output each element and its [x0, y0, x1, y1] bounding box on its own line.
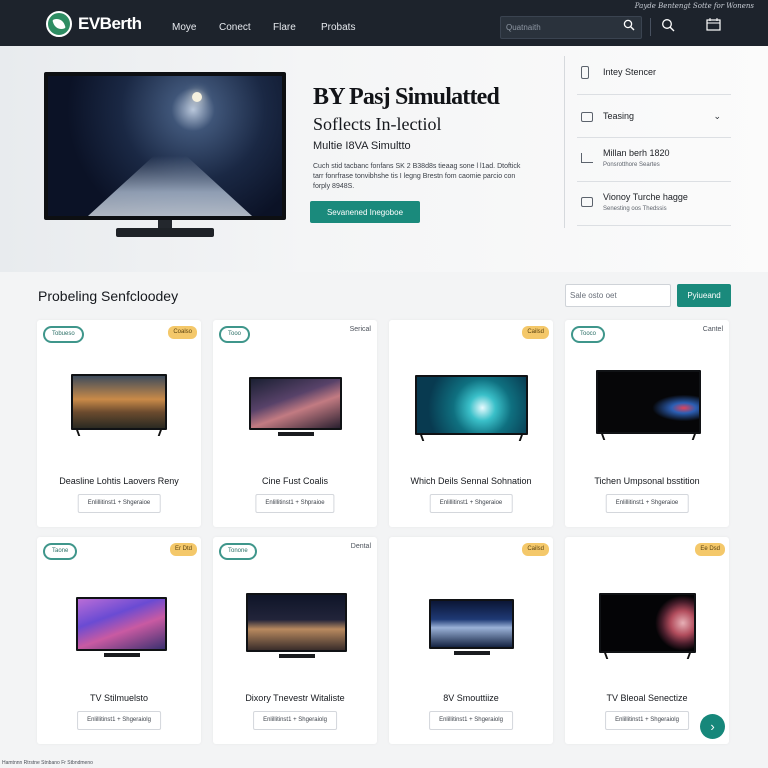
- side-item-title: Teasing: [603, 111, 635, 121]
- side-item-millan-berh[interactable]: Millan berh 1820 Ponsrotthore Seartes: [577, 138, 731, 182]
- product-tv-image: [429, 599, 514, 655]
- product-badge: Tooco: [571, 326, 606, 343]
- product-spec-chip[interactable]: Enlillitinst1 + Shgeraioe: [605, 494, 689, 513]
- footer-note: Hamtnnn Rtrstne Stnbano Fr Stbndmeno: [2, 760, 93, 766]
- side-item-vionoy[interactable]: Vionoy Turche hagge Senesting oos Thedss…: [577, 182, 731, 226]
- moon-graphic: [192, 92, 202, 102]
- product-tag: Cailsd: [522, 543, 549, 556]
- product-title[interactable]: Cine Fust Coalis: [213, 476, 377, 486]
- hero-tv-stand: [116, 228, 214, 237]
- user-search-icon[interactable]: [659, 18, 677, 36]
- product-tv-image: [415, 375, 528, 441]
- side-item-title: Intey Stencer: [603, 67, 657, 77]
- nav-link-moye[interactable]: Moye: [172, 22, 196, 33]
- product-badge: Tonone: [219, 543, 257, 560]
- product-card[interactable]: Tobueso Coalso Deasline Lohtis Laovers R…: [37, 320, 201, 527]
- product-title[interactable]: Tichen Umpsonal bsstition: [565, 476, 729, 486]
- product-spec-chip[interactable]: Enlillitinst1 + Shgeraiolg: [77, 711, 161, 730]
- product-badge: Tooo: [219, 326, 251, 343]
- side-item-subtitle: Senesting oos Thedssis: [603, 206, 667, 212]
- product-spec-chip[interactable]: Enlillitinst1 + Shgeraiolg: [429, 711, 513, 730]
- hero-tv-screen: [48, 76, 282, 216]
- filter-button[interactable]: Pyiueand: [677, 284, 731, 307]
- hero-side-panel: Intey Stencer Teasing ⌄ Millan berh 1820…: [564, 56, 732, 228]
- brand-logo-icon[interactable]: [46, 11, 72, 37]
- side-item-title: Millan berh 1820: [603, 148, 670, 158]
- hero-tv-image: [44, 72, 286, 220]
- laptop-icon: [581, 197, 593, 207]
- side-item-title: Vionoy Turche hagge: [603, 192, 688, 202]
- nav-link-conect[interactable]: Conect: [219, 22, 251, 33]
- product-spec-chip[interactable]: Enlillitinst1 + Shgeraiolg: [605, 711, 689, 730]
- product-tv-image: [71, 374, 167, 436]
- hero-title: BY Pasj Simulatted: [313, 84, 500, 110]
- side-item-teasing[interactable]: Teasing ⌄: [577, 94, 731, 138]
- product-spec-chip[interactable]: Enlillitinst1 + Shgeraiolg: [253, 711, 337, 730]
- product-spec-chip[interactable]: Enlillitinst1 + Shgeraioe: [429, 494, 513, 513]
- product-card[interactable]: Tooo Serical Cine Fust Coalis Enlillitin…: [213, 320, 377, 527]
- search-icon[interactable]: [620, 18, 638, 36]
- nav-link-probats[interactable]: Probats: [321, 22, 355, 33]
- product-tv-image: [596, 370, 701, 440]
- product-card[interactable]: Ee Dsd TV Bleoal Senectize Enlillitinst1…: [565, 537, 729, 744]
- product-title[interactable]: Deasline Lohtis Laovers Reny: [37, 476, 201, 486]
- hero-subtitle: Soflects In-lectiol: [313, 114, 442, 134]
- product-badge: Tobueso: [43, 326, 84, 343]
- product-tag: Cailsd: [522, 326, 549, 339]
- product-title[interactable]: Which Deils Sennal Sohnation: [389, 476, 553, 486]
- hero-cta-button[interactable]: Sevanened Inegoboe: [310, 201, 420, 223]
- hero-secondary-subtitle: Multie I8VA Simultto: [313, 140, 411, 152]
- product-tv-image: [249, 377, 342, 436]
- product-tv-image: [599, 593, 696, 659]
- next-arrow-button[interactable]: ›: [700, 714, 725, 739]
- product-tag: Ee Dsd: [695, 543, 725, 556]
- filter-input[interactable]: [565, 284, 671, 307]
- side-item-intey-stencer[interactable]: Intey Stencer: [577, 60, 731, 94]
- header-tagline: Payde Bentengt Sotte for Wonens: [634, 2, 754, 10]
- product-badge: Taone: [43, 543, 78, 560]
- product-tag: Coalso: [168, 326, 197, 339]
- product-tag: Dental: [350, 543, 371, 550]
- brand-name[interactable]: EVBerth: [78, 14, 142, 34]
- monitor-icon: [581, 112, 593, 122]
- hero-description: Cuch stid tacbanc fonfans SK 2 B38d8s ti…: [313, 163, 521, 190]
- product-card[interactable]: Taone Er Dtd TV Stilmuelsto Enlillitinst…: [37, 537, 201, 744]
- calendar-icon[interactable]: [704, 18, 722, 36]
- header-divider: [650, 18, 651, 36]
- product-card[interactable]: Cailsd Which Deils Sennal Sohnation Enli…: [389, 320, 553, 527]
- product-tag: Er Dtd: [169, 543, 197, 556]
- nav-link-flare[interactable]: Flare: [273, 22, 296, 33]
- product-tv-image: [76, 597, 167, 657]
- product-title[interactable]: Dixory Tnevestr Witaliste: [213, 693, 377, 703]
- product-card[interactable]: Tooco Cantel Tichen Umpsonal bsstition E…: [565, 320, 729, 527]
- chevron-right-icon: ›: [710, 719, 715, 734]
- product-tag: Cantel: [702, 326, 723, 333]
- product-card[interactable]: Cailsd 8V Smouttiize Enlillitinst1 + Shg…: [389, 537, 553, 744]
- chevron-down-icon[interactable]: ⌄: [713, 111, 721, 122]
- top-navigation-bar: Payde Bentengt Sotte for Wonens EVBerth …: [0, 0, 768, 46]
- side-item-subtitle: Ponsrotthore Seartes: [603, 162, 660, 168]
- hero-section: BY Pasj Simulatted Soflects In-lectiol M…: [0, 46, 768, 272]
- product-spec-chip[interactable]: Enlillitinst1 + Shgeraioe: [77, 494, 161, 513]
- product-title[interactable]: TV Stilmuelsto: [37, 693, 201, 703]
- bar-chart-icon: [581, 153, 593, 163]
- product-tag: Serical: [349, 326, 371, 333]
- listing-title: Probeling Senfcloodey: [38, 288, 179, 304]
- product-title[interactable]: TV Bleoal Senectize: [565, 693, 729, 703]
- product-card[interactable]: Tonone Dental Dixory Tnevestr Witaliste …: [213, 537, 377, 744]
- product-title[interactable]: 8V Smouttiize: [389, 693, 553, 703]
- product-tv-image: [246, 593, 347, 658]
- phone-icon: [581, 66, 589, 79]
- product-spec-chip[interactable]: Enlillitinst1 + Shpraioe: [255, 494, 335, 513]
